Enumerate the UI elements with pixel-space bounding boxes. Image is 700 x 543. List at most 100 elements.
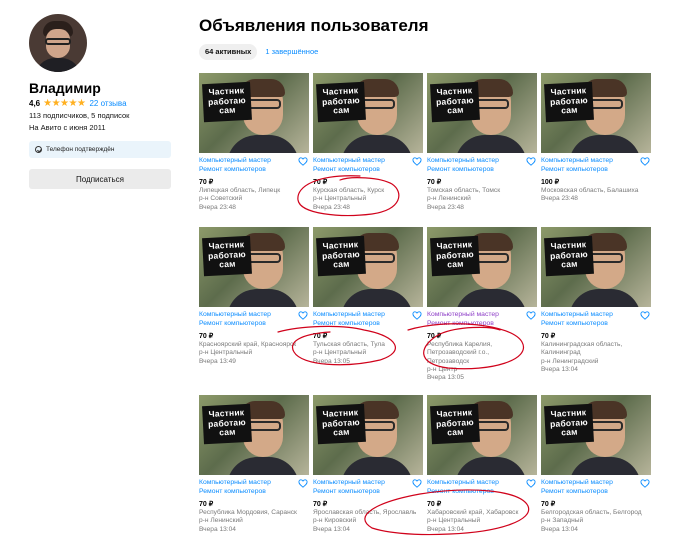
listing-location: Липецкая область, Липецк р-н Советский Вче… — [199, 187, 305, 212]
listing-title-line[interactable]: Компьютерный мастер — [313, 311, 409, 320]
listing-title-line[interactable]: Ремонт компьютеров — [199, 320, 295, 329]
listing-card[interactable]: Частник работаю сам Компьютерный мастер Рем… — [427, 73, 537, 218]
heart-icon[interactable] — [526, 479, 536, 488]
listing-location-line: р-н Центральный — [313, 349, 367, 357]
heart-icon[interactable] — [298, 479, 308, 488]
listing-photo[interactable]: Частник работаю сам — [541, 395, 651, 475]
listing-title-line[interactable]: Ремонт компьютеров — [313, 488, 409, 497]
listing-title-line[interactable]: Компьютерный мастер — [313, 479, 409, 488]
listing-title-line[interactable]: Ремонт компьютеров — [541, 166, 637, 175]
listing-title-line[interactable]: Ремонт компьютеров — [427, 320, 523, 329]
heart-icon[interactable] — [640, 479, 650, 488]
heart-icon[interactable] — [298, 311, 308, 320]
listing-location-line: р-н Центральный — [427, 517, 481, 525]
listing-title[interactable]: Компьютерный мастер Ремонт компьютеров — [427, 311, 523, 328]
listing-title[interactable]: Компьютерный мастер Ремонт компьютеров — [199, 311, 295, 328]
listing-location-line: р-н Центральный — [313, 195, 367, 203]
member-since: На Авито с июня 2011 — [29, 123, 106, 132]
listing-title[interactable]: Компьютерный мастер Ремонт компьютеров — [313, 157, 409, 174]
listing-title-line[interactable]: Компьютерный мастер — [427, 157, 523, 166]
listing-price: 70 ₽ — [199, 501, 214, 508]
listing-card[interactable]: Частник работаю сам Компьютерный мастер Рем… — [541, 227, 651, 373]
listing-card[interactable]: Частник работаю сам Компьютерный мастер Рем… — [427, 395, 537, 540]
heart-icon[interactable] — [412, 311, 422, 320]
listing-location-line: р-н Ленинградский — [541, 357, 599, 365]
listing-title[interactable]: Компьютерный мастер Ремонт компьютеров — [199, 157, 295, 174]
listing-title[interactable]: Компьютерный мастер Ремонт компьютеров — [313, 479, 409, 496]
listing-title-line[interactable]: Компьютерный мастер — [541, 479, 637, 488]
heart-icon[interactable] — [526, 157, 536, 166]
tab-active-listings[interactable]: 64 активных — [199, 44, 258, 60]
avatar[interactable] — [29, 14, 87, 72]
listing-photo[interactable]: Частник работаю сам — [313, 73, 423, 153]
subscribe-button[interactable]: Подписаться — [29, 169, 171, 189]
reviews-link[interactable]: 22 отзыва — [89, 98, 126, 109]
heart-icon[interactable] — [640, 311, 650, 320]
listing-title-line[interactable]: Компьютерный мастер — [541, 311, 637, 320]
listing-photo[interactable]: Частник работаю сам — [427, 227, 537, 307]
listing-title-line[interactable]: Ремонт компьютеров — [427, 488, 523, 497]
listing-location-line: Вчера 13:05 — [313, 357, 350, 365]
listing-card[interactable]: Частник работаю сам Компьютерный мастер Рем… — [541, 73, 651, 218]
listing-card[interactable]: Частник работаю сам Компьютерный мастер Рем… — [313, 227, 423, 372]
listing-location-line: р-н Ленинский — [199, 517, 243, 525]
listing-title[interactable]: Компьютерный мастер Ремонт компьютеров — [313, 311, 409, 328]
listing-photo[interactable]: Частник работаю сам — [541, 73, 651, 153]
listing-photo[interactable]: Частник работаю сам — [313, 227, 423, 307]
listing-photo[interactable]: Частник работаю сам — [199, 73, 309, 153]
listing-price: 70 ₽ — [541, 501, 556, 508]
listing-photo[interactable]: Частник работаю сам — [541, 227, 651, 307]
listing-price: 70 ₽ — [199, 333, 214, 340]
listing-title-line[interactable]: Компьютерный мастер — [313, 157, 409, 166]
listing-title-line[interactable]: Компьютерный мастер — [199, 157, 295, 166]
heart-icon[interactable] — [412, 157, 422, 166]
listing-price: 70 ₽ — [313, 179, 328, 186]
listing-title-line[interactable]: Компьютерный мастер — [199, 479, 295, 488]
listing-location-line: Вчера 13:04 — [541, 365, 578, 373]
listing-title[interactable]: Компьютерный мастер Ремонт компьютеров — [427, 157, 523, 174]
profile-sidebar: Владимир 4,6 ★★★★★ 22 отзыва 113 подписч… — [29, 14, 171, 189]
listing-photo[interactable]: Частник работаю сам — [199, 227, 309, 307]
heart-icon[interactable] — [412, 479, 422, 488]
rating-row: 4,6 ★★★★★ 22 отзыва — [29, 98, 171, 109]
listing-card[interactable]: Частник работаю сам Компьютерный мастер Рем… — [313, 395, 423, 540]
check-circle-icon — [35, 146, 42, 153]
followers-count: 113 подписчиков, 5 подписок — [29, 111, 130, 120]
listing-title[interactable]: Компьютерный мастер Ремонт компьютеров — [541, 479, 637, 496]
listing-title-line[interactable]: Компьютерный мастер — [427, 479, 523, 488]
listing-card[interactable]: Частник работаю сам Компьютерный мастер Рем… — [199, 395, 309, 540]
photo-sign: Частник работаю сам — [316, 403, 366, 445]
heart-icon[interactable] — [640, 157, 650, 166]
listing-title-line[interactable]: Ремонт компьютеров — [313, 166, 409, 175]
listing-card[interactable]: Частник работаю сам Компьютерный мастер Рем… — [541, 395, 651, 540]
listing-location-line: Тульская область, Тула — [313, 341, 385, 348]
listing-photo[interactable]: Частник работаю сам — [427, 73, 537, 153]
listing-card[interactable]: Частник работаю сам Компьютерный мастер Рем… — [427, 227, 537, 381]
listing-title-line[interactable]: Ремонт компьютеров — [541, 488, 637, 497]
listing-location-line: Вчера 23:48 — [199, 203, 236, 211]
listing-title[interactable]: Компьютерный мастер Ремонт компьютеров — [541, 311, 637, 328]
listing-card[interactable]: Частник работаю сам Компьютерный мастер Рем… — [313, 73, 423, 218]
listing-photo[interactable]: Частник работаю сам — [313, 395, 423, 475]
listing-title-line[interactable]: Компьютерный мастер — [427, 311, 523, 320]
tab-completed-listings[interactable]: 1 завершённое — [259, 44, 324, 60]
listing-title[interactable]: Компьютерный мастер Ремонт компьютеров — [427, 479, 523, 496]
listing-title-line[interactable]: Ремонт компьютеров — [313, 320, 409, 329]
listing-location: Курская область, Курск р-н Центральный Вче… — [313, 187, 419, 212]
heart-icon[interactable] — [298, 157, 308, 166]
listing-title-line[interactable]: Компьютерный мастер — [199, 311, 295, 320]
listing-title-line[interactable]: Ремонт компьютеров — [199, 166, 295, 175]
listing-photo[interactable]: Частник работаю сам — [199, 395, 309, 475]
heart-icon[interactable] — [526, 311, 536, 320]
listing-title-line[interactable]: Компьютерный мастер — [541, 157, 637, 166]
listing-photo[interactable]: Частник работаю сам — [427, 395, 537, 475]
listing-title[interactable]: Компьютерный мастер Ремонт компьютеров — [199, 479, 295, 496]
listing-title-line[interactable]: Ремонт компьютеров — [541, 320, 637, 329]
listing-location-line: Вчера 13:04 — [427, 525, 464, 533]
listing-title-line[interactable]: Ремонт компьютеров — [427, 166, 523, 175]
star-rating-icon: ★★★★★ — [43, 98, 86, 109]
listing-card[interactable]: Частник работаю сам Компьютерный мастер Рем… — [199, 73, 309, 218]
listing-title[interactable]: Компьютерный мастер Ремонт компьютеров — [541, 157, 637, 174]
listing-card[interactable]: Частник работаю сам Компьютерный мастер Рем… — [199, 227, 309, 372]
listing-title-line[interactable]: Ремонт компьютеров — [199, 488, 295, 497]
